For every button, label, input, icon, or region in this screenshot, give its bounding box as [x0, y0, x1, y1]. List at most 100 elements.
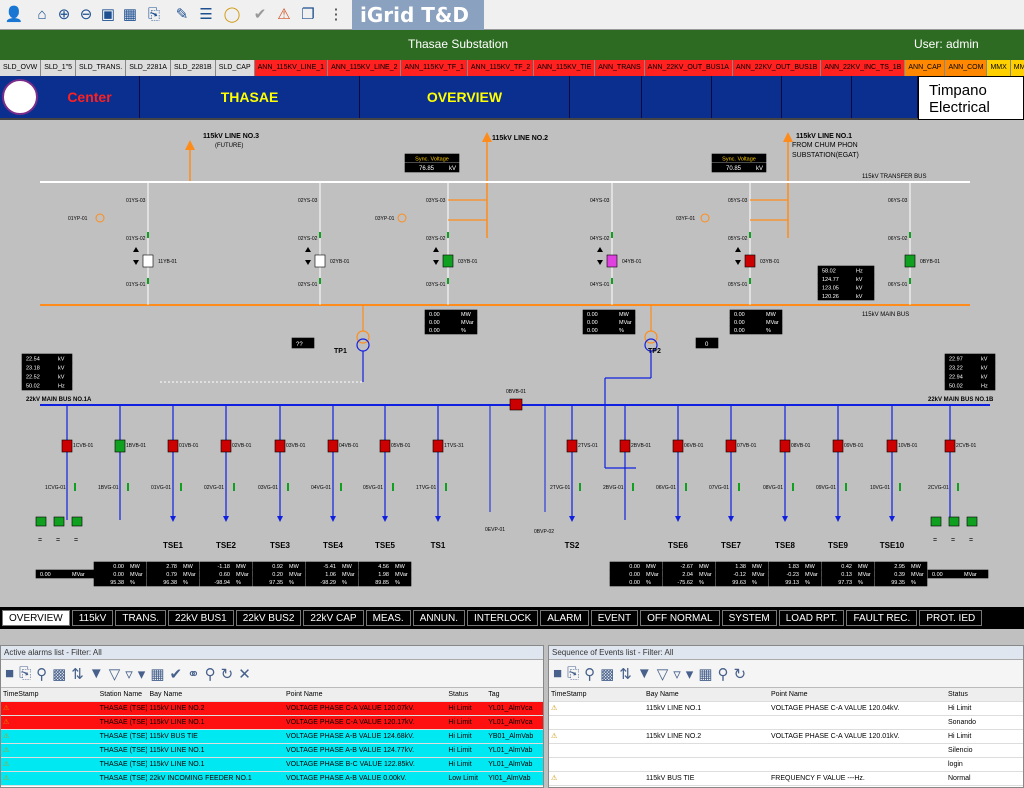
table-row[interactable]: login: [549, 758, 1023, 772]
mw-unit: MVar: [619, 320, 632, 326]
zoom-in-icon[interactable]: ⊕: [54, 3, 74, 25]
tab-sld_1"5[interactable]: SLD_1"5: [41, 60, 77, 76]
window-icon[interactable]: ▦: [120, 3, 140, 25]
column-header[interactable]: Status: [446, 688, 486, 701]
check-icon[interactable]: ✔: [250, 3, 270, 25]
tab-ann_115kv_tf_2[interactable]: ANN_115KV_TF_2: [467, 60, 535, 76]
print-icon[interactable]: ⎘: [19, 665, 31, 682]
search-icon[interactable]: ⚲: [718, 665, 729, 683]
tab-sld_ovw[interactable]: SLD_OVW: [0, 60, 42, 76]
table-row[interactable]: ⚠ THASAE (TSE) 115kV LINE NO.2 VOLTAGE PHAS…: [1, 702, 543, 716]
nav-event[interactable]: EVENT: [590, 610, 639, 626]
nav-load-rpt-[interactable]: LOAD RPT.: [778, 610, 845, 626]
filter-add-icon[interactable]: ▿: [673, 665, 681, 683]
tab-ann_115kv_line_2[interactable]: ANN_115KV_LINE_2: [328, 60, 402, 76]
refresh-icon[interactable]: ↻: [734, 665, 747, 683]
table-row[interactable]: ⚠ 115kV BUS TIE FREQUENCY F VALUE ---Hz. No…: [549, 772, 1023, 786]
tab-mmx[interactable]: MMX: [987, 60, 1011, 76]
tab-ann_115kv_line_1[interactable]: ANN_115KV_LINE_1: [254, 60, 329, 76]
nav-system[interactable]: SYSTEM: [721, 610, 777, 626]
refresh-icon[interactable]: ↻: [221, 665, 234, 683]
tab-ann_trans[interactable]: ANN_TRANS: [595, 60, 645, 76]
table-row[interactable]: ⚠ 115kV LINE NO.1 VOLTAGE PHASE C-A VALUE …: [549, 702, 1023, 716]
link-icon[interactable]: ⚭: [187, 665, 200, 683]
table-row[interactable]: ⚠ THASAE (TSE) 115kV LINE NO.1 VOLTAGE PHAS…: [1, 716, 543, 730]
table-row[interactable]: ⚠ THASAE (TSE) 115kV LINE NO.1 VOLTAGE PHAS…: [1, 744, 543, 758]
tab-ann_115kv_tf_1[interactable]: ANN_115KV_TF_1: [401, 60, 468, 76]
column-header[interactable]: Bay Name: [147, 688, 284, 701]
column-header[interactable]: Point Name: [769, 688, 946, 701]
cell-bay: 115kV LINE NO.1: [149, 747, 205, 754]
filter-clear-icon[interactable]: ▾: [686, 665, 694, 683]
column-header[interactable]: Point Name: [284, 688, 446, 701]
nav-22kv-cap[interactable]: 22kV CAP: [303, 610, 364, 626]
print-icon[interactable]: ⎘: [567, 665, 579, 682]
alarm-icon[interactable]: ⚠: [274, 3, 294, 25]
table-row[interactable]: ⚠ THASAE (TSE) 115kV LINE NO.1 VOLTAGE PHAS…: [1, 758, 543, 772]
device-icon[interactable]: ▩: [600, 665, 614, 683]
tab-ann_22kv_out_bus1a[interactable]: ANN_22KV_OUT_BUS1A: [644, 60, 733, 76]
tab-sld_2281a[interactable]: SLD_2281A: [126, 60, 171, 76]
tab-sld_cap[interactable]: SLD_CAP: [215, 60, 255, 76]
column-header[interactable]: TimeStamp: [1, 688, 98, 701]
filter-add-icon[interactable]: ▿: [125, 665, 133, 683]
tab-ann_22kv_out_bus1b[interactable]: ANN_22KV_OUT_BUS1B: [732, 60, 822, 76]
nav-off-normal[interactable]: OFF NORMAL: [640, 610, 720, 626]
preview-icon[interactable]: ⚲: [36, 665, 47, 683]
report-icon[interactable]: ☰: [196, 3, 216, 25]
save-icon[interactable]: ■: [553, 665, 562, 682]
tab-sld_trans.[interactable]: SLD_TRANS.: [76, 60, 127, 76]
table-row[interactable]: Sonando: [549, 716, 1023, 730]
nav-fault-rec-[interactable]: FAULT REC.: [846, 610, 918, 626]
nav-trans-[interactable]: TRANS.: [115, 610, 167, 626]
filter-clear-icon[interactable]: ▾: [138, 665, 146, 683]
tab-ann_115kv_tie[interactable]: ANN_115KV_TIE: [534, 60, 596, 76]
save-icon[interactable]: ■: [5, 665, 14, 682]
columns-icon[interactable]: ▦: [698, 665, 712, 683]
database-icon[interactable]: ◯: [222, 3, 242, 25]
sort-icon[interactable]: ⇅: [619, 665, 632, 683]
column-header[interactable]: Station Name: [98, 688, 148, 701]
column-header[interactable]: Status: [946, 688, 1021, 701]
filter-icon[interactable]: ▼: [637, 665, 652, 682]
table-row[interactable]: Silencio: [549, 744, 1023, 758]
nav-alarm[interactable]: ALARM: [540, 610, 589, 626]
nav-overview[interactable]: OVERVIEW: [2, 610, 70, 626]
search-icon[interactable]: ⚲: [205, 665, 216, 683]
tab-sld_2281b[interactable]: SLD_2281B: [170, 60, 216, 76]
nav-22kv-bus1[interactable]: 22kV BUS1: [168, 610, 234, 626]
nav-meas-[interactable]: MEAS.: [365, 610, 411, 626]
nav-prot-ied[interactable]: PROT. IED: [919, 610, 983, 626]
fit-icon[interactable]: ▣: [98, 3, 118, 25]
user-icon[interactable]: 👤: [4, 3, 24, 25]
tab-ann_com[interactable]: ANN_COM: [945, 60, 988, 76]
sort-icon[interactable]: ⇅: [71, 665, 84, 683]
nav-annun-[interactable]: ANNUN.: [412, 610, 466, 626]
layers-icon[interactable]: ❐: [298, 3, 318, 25]
column-header[interactable]: Tag: [486, 688, 543, 701]
more-icon[interactable]: ⋮: [326, 3, 346, 25]
edit-icon[interactable]: ✎: [172, 3, 192, 25]
table-row[interactable]: ⚠ THASAE (TSE) 22kV INCOMING FEEDER NO.1 VO…: [1, 772, 543, 786]
preview-icon[interactable]: ⚲: [584, 665, 595, 683]
device-icon[interactable]: ▩: [52, 665, 66, 683]
nav-interlock[interactable]: INTERLOCK: [467, 610, 539, 626]
column-header[interactable]: Bay Name: [644, 688, 769, 701]
tab-mmx_ezp[interactable]: MMX_EZP: [1010, 60, 1024, 76]
table-row[interactable]: ⚠ THASAE (TSE) 115kV BUS TIE VOLTAGE PHASE …: [1, 730, 543, 744]
tab-ann_22kv_inc_ts_1b[interactable]: ANN_22KV_INC_TS_1B: [821, 60, 906, 76]
filter-edit-icon[interactable]: ▽: [657, 665, 669, 683]
table-row[interactable]: ⚠ 115kV LINE NO.2 VOLTAGE PHASE C-A VALUE …: [549, 730, 1023, 744]
columns-icon[interactable]: ▦: [150, 665, 164, 683]
print-icon[interactable]: ⎘: [144, 3, 164, 25]
column-header[interactable]: TimeStamp: [549, 688, 644, 701]
nav-22kv-bus2[interactable]: 22kV BUS2: [235, 610, 302, 626]
filter-icon[interactable]: ▼: [89, 665, 104, 682]
home-icon[interactable]: ⌂: [32, 3, 52, 25]
tab-ann_cap[interactable]: ANN_CAP: [905, 60, 946, 76]
ack-icon[interactable]: ✔: [170, 665, 183, 683]
zoom-out-icon[interactable]: ⊖: [76, 3, 96, 25]
close-icon[interactable]: ✕: [238, 665, 251, 683]
filter-edit-icon[interactable]: ▽: [109, 665, 121, 683]
nav-115kv[interactable]: 115kV: [71, 610, 114, 626]
